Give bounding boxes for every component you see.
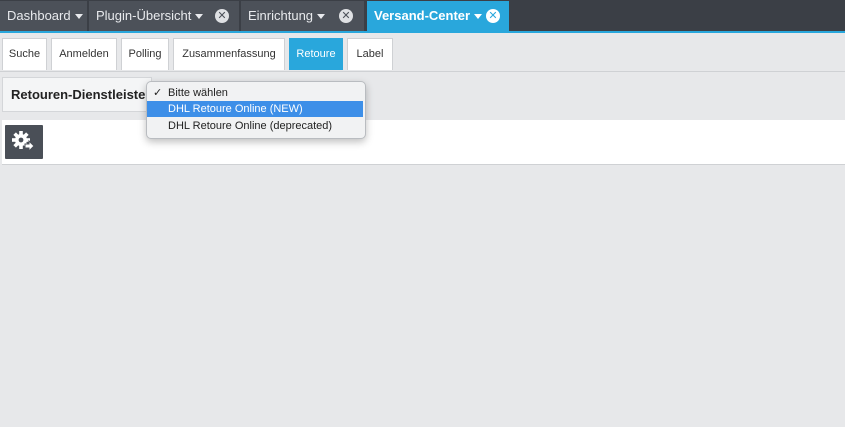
tab-dashboard[interactable]: Dashboard (0, 1, 87, 31)
gear-arrow-icon (12, 131, 35, 153)
tab-plugin-uebersicht[interactable]: Plugin-Übersicht ✕ (89, 1, 239, 31)
close-icon[interactable]: ✕ (215, 9, 229, 23)
option-label: DHL Retoure Online (deprecated) (168, 120, 333, 132)
sub-tab-bar: Suche Anmelden Polling Zusammenfassung R… (0, 33, 845, 72)
tab-label: Plugin-Übersicht (96, 8, 192, 23)
subtab-label[interactable]: Label (347, 38, 393, 70)
subtab-zusammenfassung[interactable]: Zusammenfassung (173, 38, 285, 70)
close-icon[interactable]: ✕ (486, 9, 500, 23)
subtab-suche[interactable]: Suche (2, 38, 47, 70)
subtab-retoure[interactable]: Retoure (289, 38, 343, 70)
dropdown-option-dhl-deprecated[interactable]: DHL Retoure Online (deprecated) (147, 118, 363, 134)
subtab-anmelden[interactable]: Anmelden (51, 38, 117, 70)
close-icon[interactable]: ✕ (339, 9, 353, 23)
top-tab-bar: Dashboard Plugin-Übersicht ✕ Einrichtung… (0, 0, 845, 33)
tab-label: Einrichtung (248, 8, 314, 23)
retoure-panel (2, 120, 845, 165)
dropdown-option-bitte-waehlen[interactable]: ✓ Bitte wählen (147, 85, 363, 101)
option-label: Bitte wählen (168, 87, 228, 99)
caret-down-icon[interactable] (195, 14, 204, 20)
tab-einrichtung[interactable]: Einrichtung ✕ (241, 1, 364, 31)
gear-arrow-button[interactable] (5, 125, 43, 159)
option-label: DHL Retoure Online (NEW) (168, 103, 303, 115)
retouren-dienstleister-label: Retouren-Dienstleister (2, 77, 152, 112)
tab-versand-center[interactable]: Versand-Center ✕ (367, 1, 509, 31)
checkmark-icon: ✓ (153, 87, 163, 99)
retouren-dropdown-menu[interactable]: ✓ Bitte wählen DHL Retoure Online (NEW) … (146, 81, 366, 139)
tab-label: Versand-Center (374, 8, 471, 23)
caret-down-icon[interactable] (474, 14, 483, 20)
dropdown-option-dhl-new[interactable]: DHL Retoure Online (NEW) (147, 101, 363, 117)
caret-down-icon[interactable] (317, 14, 326, 20)
tab-label: Dashboard (7, 8, 71, 23)
caret-down-icon[interactable] (74, 14, 83, 20)
subtab-polling[interactable]: Polling (121, 38, 169, 70)
